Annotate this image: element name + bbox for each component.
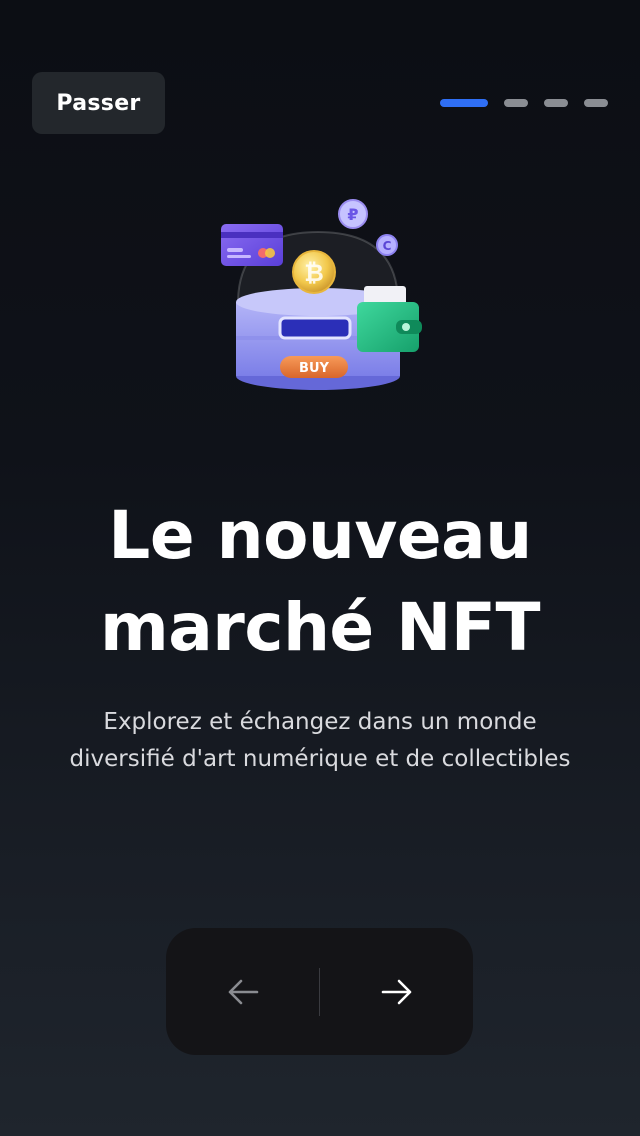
skip-button[interactable]: Passer: [32, 72, 165, 134]
title-line-2: marché NFT: [99, 589, 541, 666]
page-subtitle: Explorez et échangez dans un monde diver…: [30, 704, 610, 778]
arrow-left-icon: [228, 979, 258, 1004]
subtitle-line-1: Explorez et échangez dans un monde: [103, 709, 537, 735]
svg-text:C: C: [383, 239, 392, 253]
next-button[interactable]: [320, 928, 473, 1055]
title-line-1: Le nouveau: [108, 497, 532, 574]
page-title: Le nouveau marché NFT: [0, 490, 640, 674]
nft-marketplace-illustration: BUY ₿ ₽ C: [221, 199, 422, 390]
page-dot-active: [440, 99, 488, 107]
page-dot: [504, 99, 528, 107]
page-dot: [584, 99, 608, 107]
svg-text:₿: ₿: [304, 259, 324, 287]
buy-tag: BUY: [299, 361, 329, 376]
subtitle-line-2: diversifié d'art numérique et de collect…: [69, 746, 571, 772]
page-indicator: [440, 99, 608, 107]
previous-button[interactable]: [166, 928, 319, 1055]
onboarding-navigation: [166, 928, 473, 1055]
svg-text:₽: ₽: [347, 205, 358, 224]
arrow-right-icon: [381, 979, 411, 1004]
page-dot: [544, 99, 568, 107]
